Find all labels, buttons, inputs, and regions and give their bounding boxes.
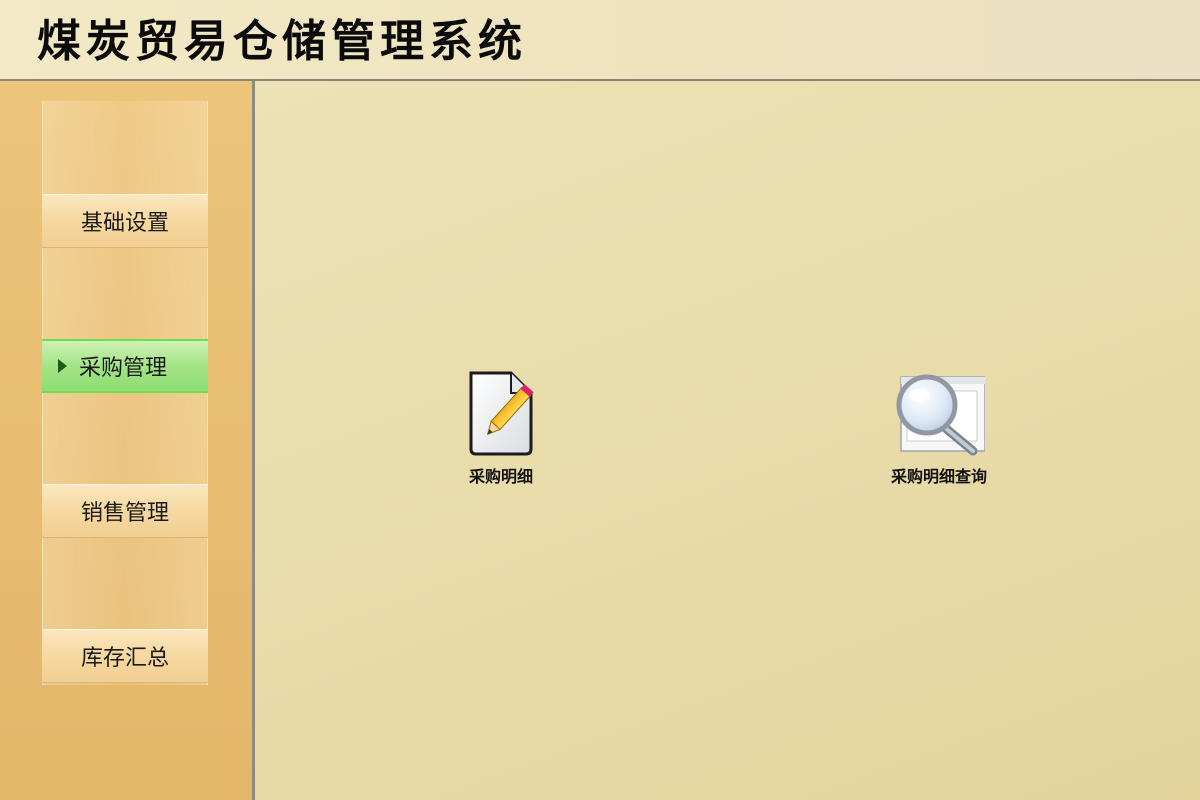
sidebar-item-purchase-management[interactable]: 采购管理: [42, 339, 208, 393]
main-content: 采购明细 采购明细查询: [255, 81, 1200, 800]
sidebar-item-sales-management[interactable]: 销售管理: [42, 484, 208, 538]
sidebar-item-basic-settings[interactable]: 基础设置: [42, 194, 208, 248]
sidebar-item-label: 基础设置: [80, 211, 169, 236]
header-bar: 煤炭贸易仓储管理系统: [0, 0, 1200, 81]
arrow-right-icon: [58, 359, 67, 373]
sidebar: 基础设置 采购管理 销售管理 库存汇总: [0, 81, 252, 800]
search-magnifier-icon: [896, 374, 985, 456]
shortcut-label: 采购明细查询: [891, 467, 988, 486]
app-window: 煤炭贸易仓储管理系统 基础设置 采购管理 销售管理 库存汇总 采购明细 采购明细…: [0, 0, 1200, 800]
sidebar-item-label: 库存汇总: [80, 646, 169, 671]
edit-document-icon: [469, 371, 534, 456]
sidebar-item-label: 采购管理: [79, 356, 168, 381]
sidebar-item-label: 销售管理: [80, 501, 169, 526]
shortcut-label: 采购明细: [468, 467, 533, 486]
sidebar-item-inventory-summary[interactable]: 库存汇总: [42, 629, 208, 683]
shortcut-purchase-detail[interactable]: 采购明细: [465, 369, 537, 487]
shortcut-purchase-detail-query[interactable]: 采购明细查询: [891, 371, 987, 487]
menu-panel: [42, 101, 208, 685]
app-title: 煤炭贸易仓储管理系统: [37, 16, 527, 67]
